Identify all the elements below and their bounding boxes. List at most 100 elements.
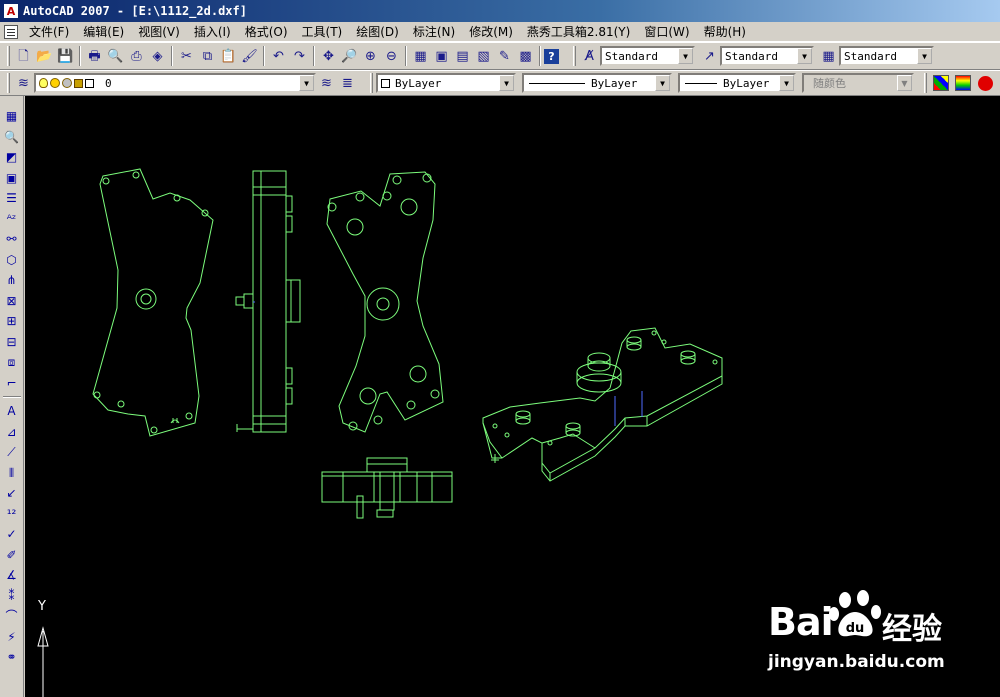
chevron-down-icon[interactable]: ▼	[499, 75, 514, 91]
text-style-value: Standard	[605, 49, 658, 63]
dim-check-icon[interactable]: ✓	[2, 524, 22, 545]
dim-style-select[interactable]: Standard ▼	[720, 46, 814, 66]
chevron-down-icon[interactable]: ▼	[917, 48, 932, 64]
pan-icon[interactable]: ✥	[318, 46, 339, 67]
menu-file[interactable]: 文件(F)	[22, 23, 76, 40]
dim-edit-icon[interactable]: ✐	[2, 545, 22, 566]
chevron-down-icon[interactable]: ▼	[299, 75, 314, 91]
dim-arc-icon[interactable]: ⌒	[2, 606, 22, 627]
save-icon[interactable]: 💾	[55, 46, 76, 67]
menu-draw[interactable]: 绘图(D)	[349, 23, 406, 40]
zoom-previous-icon[interactable]: ⊖	[381, 46, 402, 67]
menu-dimension[interactable]: 标注(N)	[406, 23, 462, 40]
mirror-icon[interactable]: ⧈	[2, 352, 22, 373]
menu-tools[interactable]: 工具(T)	[295, 23, 350, 40]
grid-icon[interactable]: ⊞	[2, 311, 22, 332]
text-style-icon[interactable]: A̸	[579, 46, 600, 67]
dim-aligned-icon[interactable]: ⟋	[2, 442, 22, 463]
zoom-realtime-icon[interactable]: 🔎	[339, 46, 360, 67]
dim-jog-icon[interactable]: ⚡	[2, 627, 22, 648]
dim-leader-icon[interactable]: ⚭	[2, 647, 22, 668]
menu-yanxiu-toolbox[interactable]: 燕秀工具箱2.81(Y)	[520, 23, 637, 40]
linetype-select[interactable]: ByLayer ▼	[522, 73, 672, 93]
text-a-icon[interactable]: A	[2, 401, 22, 422]
design-center-icon[interactable]: ▣	[431, 46, 452, 67]
chevron-down-icon[interactable]: ▼	[779, 75, 794, 91]
calculator-icon[interactable]: ▩	[515, 46, 536, 67]
menu-edit[interactable]: 编辑(E)	[76, 23, 131, 40]
zoom-icon[interactable]: 🔍	[2, 127, 22, 148]
plot-preview-icon[interactable]: 🔍	[105, 46, 126, 67]
color-gradient-icon[interactable]	[955, 75, 971, 91]
color-select[interactable]: ByLayer ▼	[376, 73, 516, 93]
table-style-select[interactable]: Standard ▼	[839, 46, 934, 66]
tool-palettes-icon[interactable]: ▤	[452, 46, 473, 67]
3d-box-icon[interactable]: ⬡	[2, 250, 22, 271]
plot-icon[interactable]: 🖶	[84, 46, 105, 67]
help-icon[interactable]: ?	[544, 48, 559, 64]
chevron-down-icon[interactable]: ▼	[797, 48, 812, 64]
layer-color-swatch	[85, 78, 94, 88]
menu-help[interactable]: 帮助(H)	[697, 23, 753, 40]
layer-manager-icon[interactable]: ≋	[13, 73, 34, 94]
cut-icon[interactable]: ✂	[176, 46, 197, 67]
dim-style-icon[interactable]: ↗	[699, 46, 720, 67]
layer-select[interactable]: 0 ▼	[34, 73, 316, 93]
link-icon[interactable]: ⚯	[2, 229, 22, 250]
chevron-down-icon[interactable]: ▼	[678, 48, 693, 64]
match-properties-icon[interactable]: 🖌	[239, 46, 260, 67]
array-icon[interactable]: ⊟	[2, 332, 22, 353]
chevron-down-icon[interactable]: ▼	[655, 75, 670, 91]
watermark-brand-jingyan: 经验	[882, 612, 942, 647]
undo-icon[interactable]: ↶	[268, 46, 289, 67]
make-current-layer-icon[interactable]: ≋	[316, 73, 337, 94]
toolbar-grip[interactable]	[573, 46, 576, 66]
shapes-icon[interactable]: ◩	[2, 147, 22, 168]
toolbar-grip[interactable]	[924, 73, 927, 93]
red-circle-icon[interactable]	[978, 75, 993, 91]
split-icon[interactable]: ⋔	[2, 270, 22, 291]
dim-baseline-icon[interactable]: ⫴	[2, 463, 22, 484]
list-icon[interactable]: ☰	[2, 188, 22, 209]
ucs-y-label: Y	[38, 599, 46, 614]
block-icon[interactable]: ▣	[2, 168, 22, 189]
dim-angle-icon[interactable]: ∡	[2, 565, 22, 586]
dim-ordinate-icon[interactable]: ⁑	[2, 586, 22, 607]
dim-radius-icon[interactable]: ↙	[2, 483, 22, 504]
fillet-icon[interactable]: ⌐	[2, 373, 22, 394]
layer-previous-icon[interactable]: ≣	[337, 73, 358, 94]
open-icon[interactable]: 📂	[34, 46, 55, 67]
redo-icon[interactable]: ↷	[289, 46, 310, 67]
dim-style-value: Standard	[725, 49, 778, 63]
autocad-app-icon[interactable]: A	[3, 3, 19, 19]
table-icon[interactable]: ▦	[2, 106, 22, 127]
toolbar-grip[interactable]	[7, 73, 10, 93]
menu-format[interactable]: 格式(O)	[238, 23, 295, 40]
color-palette-icon[interactable]	[933, 75, 949, 91]
document-icon[interactable]	[4, 24, 18, 39]
hatch-icon[interactable]: ⊠	[2, 291, 22, 312]
menu-view[interactable]: 视图(V)	[131, 23, 187, 40]
markup-icon[interactable]: ✎	[494, 46, 515, 67]
toolbar-grip[interactable]	[7, 46, 10, 66]
menu-insert[interactable]: 插入(I)	[187, 23, 238, 40]
dim-number-icon[interactable]: ¹²	[2, 504, 22, 525]
toolbar-grip[interactable]	[370, 73, 373, 93]
properties-icon[interactable]: ▦	[410, 46, 431, 67]
sheet-set-icon[interactable]: ▧	[473, 46, 494, 67]
new-icon[interactable]: 🗋	[13, 46, 34, 67]
copy-icon[interactable]: ⧉	[197, 46, 218, 67]
linetype-value: ByLayer	[591, 76, 638, 90]
text-icon[interactable]: ᴬᶻ	[2, 209, 22, 230]
menu-window[interactable]: 窗口(W)	[637, 23, 696, 40]
publish-icon[interactable]: ⎙	[126, 46, 147, 67]
paste-icon[interactable]: 📋	[218, 46, 239, 67]
zoom-window-icon[interactable]: ⊕	[360, 46, 381, 67]
menu-modify[interactable]: 修改(M)	[462, 23, 520, 40]
table-style-icon[interactable]: ▦	[818, 46, 839, 67]
dim-linear-icon[interactable]: ⊿	[2, 422, 22, 443]
3d-dwf-icon[interactable]: ◈	[147, 46, 168, 67]
text-style-select[interactable]: Standard ▼	[600, 46, 695, 66]
lineweight-select[interactable]: ByLayer ▼	[678, 73, 796, 93]
baidu-jingyan-watermark: du Bai 经验 jingyan.baidu.com	[762, 588, 982, 678]
